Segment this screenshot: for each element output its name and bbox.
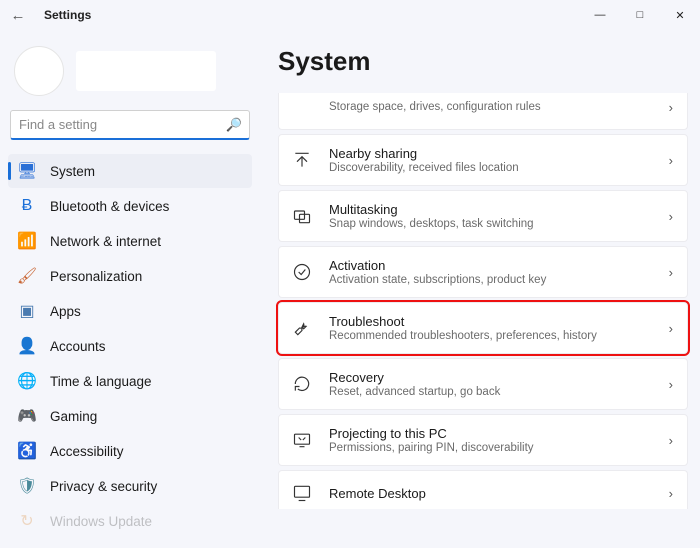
sidebar-item-label: Network & internet xyxy=(50,234,161,249)
sidebar-item-system[interactable]: 🖥 System xyxy=(8,154,252,188)
card-title: Troubleshoot xyxy=(329,314,653,329)
card-subtitle: Discoverability, received files location xyxy=(329,162,653,174)
close-button[interactable]: ✕ xyxy=(660,0,700,30)
sidebar-item-accessibility[interactable]: ♿ Accessibility xyxy=(8,434,252,468)
sidebar: 🔍 🖥 System Ƀ Bluetooth & devices 📶 Netwo… xyxy=(0,30,260,548)
card-subtitle: Snap windows, desktops, task switching xyxy=(329,218,653,230)
card-nearby-sharing[interactable]: Nearby sharing Discoverability, received… xyxy=(278,134,688,186)
sidebar-item-label: Personalization xyxy=(50,269,142,284)
card-title: Remote Desktop xyxy=(329,486,653,501)
profile-name xyxy=(76,51,216,91)
chevron-right-icon: › xyxy=(669,209,675,224)
card-remote-desktop[interactable]: Remote Desktop › xyxy=(278,470,688,509)
sidebar-item-time[interactable]: 🌐 Time & language xyxy=(8,364,252,398)
sidebar-item-accounts[interactable]: 👤 Accounts xyxy=(8,329,252,363)
wrench-icon xyxy=(291,317,313,339)
sidebar-item-windowsupdate[interactable]: ↻ Windows Update xyxy=(8,504,252,538)
card-title: Activation xyxy=(329,258,653,273)
card-subtitle: Recommended troubleshooters, preferences… xyxy=(329,330,653,342)
minimize-button[interactable]: — xyxy=(580,0,620,30)
search-input[interactable] xyxy=(10,110,250,140)
card-subtitle: Storage space, drives, configuration rul… xyxy=(329,101,653,113)
profile-block[interactable] xyxy=(8,38,252,110)
brush-icon: 🖌 xyxy=(18,267,36,285)
back-icon[interactable]: ← xyxy=(10,7,26,23)
system-icon: 🖥 xyxy=(18,162,36,180)
page-title: System xyxy=(278,46,688,77)
chevron-right-icon: › xyxy=(669,377,675,392)
sidebar-item-label: Bluetooth & devices xyxy=(50,199,169,214)
sidebar-item-label: Accounts xyxy=(50,339,106,354)
sidebar-item-label: Time & language xyxy=(50,374,152,389)
chevron-right-icon: › xyxy=(669,433,675,448)
sidebar-item-gaming[interactable]: 🎮 Gaming xyxy=(8,399,252,433)
chevron-right-icon: › xyxy=(669,100,675,115)
main-content: System Storage Storage space, drives, co… xyxy=(260,30,700,548)
window-title: Settings xyxy=(44,8,91,22)
chevron-right-icon: › xyxy=(669,321,675,336)
share-icon xyxy=(291,149,313,171)
chevron-right-icon: › xyxy=(669,486,675,501)
card-subtitle: Permissions, pairing PIN, discoverabilit… xyxy=(329,442,653,454)
card-title: Projecting to this PC xyxy=(329,426,653,441)
chevron-right-icon: › xyxy=(669,153,675,168)
wifi-icon: 📶 xyxy=(18,232,36,250)
multitask-icon xyxy=(291,205,313,227)
shield-icon: 🛡 xyxy=(18,477,36,495)
sidebar-nav: 🖥 System Ƀ Bluetooth & devices 📶 Network… xyxy=(8,154,252,538)
chevron-right-icon: › xyxy=(669,265,675,280)
person-icon: 👤 xyxy=(18,337,36,355)
card-title: Nearby sharing xyxy=(329,146,653,161)
card-subtitle: Reset, advanced startup, go back xyxy=(329,386,653,398)
remote-desktop-icon xyxy=(291,482,313,504)
window-controls: — □ ✕ xyxy=(580,0,700,30)
sidebar-item-bluetooth[interactable]: Ƀ Bluetooth & devices xyxy=(8,189,252,223)
sidebar-item-privacy[interactable]: 🛡 Privacy & security xyxy=(8,469,252,503)
card-title: Multitasking xyxy=(329,202,653,217)
maximize-button[interactable]: □ xyxy=(620,0,660,30)
settings-cards: Storage Storage space, drives, configura… xyxy=(278,93,688,509)
check-circle-icon xyxy=(291,261,313,283)
avatar xyxy=(14,46,64,96)
sidebar-item-label: Gaming xyxy=(50,409,97,424)
sidebar-item-label: Accessibility xyxy=(50,444,124,459)
sidebar-item-label: System xyxy=(50,164,95,179)
card-projecting[interactable]: Projecting to this PC Permissions, pairi… xyxy=(278,414,688,466)
accessibility-icon: ♿ xyxy=(18,442,36,460)
card-subtitle: Activation state, subscriptions, product… xyxy=(329,274,653,286)
title-bar: ← Settings — □ ✕ xyxy=(0,0,700,30)
update-icon: ↻ xyxy=(18,512,36,530)
sidebar-item-label: Apps xyxy=(50,304,81,319)
recovery-icon xyxy=(291,373,313,395)
card-activation[interactable]: Activation Activation state, subscriptio… xyxy=(278,246,688,298)
sidebar-item-network[interactable]: 📶 Network & internet xyxy=(8,224,252,258)
sidebar-item-personalization[interactable]: 🖌 Personalization xyxy=(8,259,252,293)
card-recovery[interactable]: Recovery Reset, advanced startup, go bac… xyxy=(278,358,688,410)
sidebar-item-label: Windows Update xyxy=(50,514,152,529)
search-icon: 🔍 xyxy=(226,117,242,133)
globe-clock-icon: 🌐 xyxy=(18,372,36,390)
sidebar-item-apps[interactable]: ▣ Apps xyxy=(8,294,252,328)
gamepad-icon: 🎮 xyxy=(18,407,36,425)
card-troubleshoot[interactable]: Troubleshoot Recommended troubleshooters… xyxy=(278,302,688,354)
project-icon xyxy=(291,429,313,451)
bluetooth-icon: Ƀ xyxy=(18,197,36,215)
apps-icon: ▣ xyxy=(18,302,36,320)
sidebar-item-label: Privacy & security xyxy=(50,479,157,494)
card-storage[interactable]: Storage Storage space, drives, configura… xyxy=(278,93,688,130)
card-title: Recovery xyxy=(329,370,653,385)
card-multitasking[interactable]: Multitasking Snap windows, desktops, tas… xyxy=(278,190,688,242)
